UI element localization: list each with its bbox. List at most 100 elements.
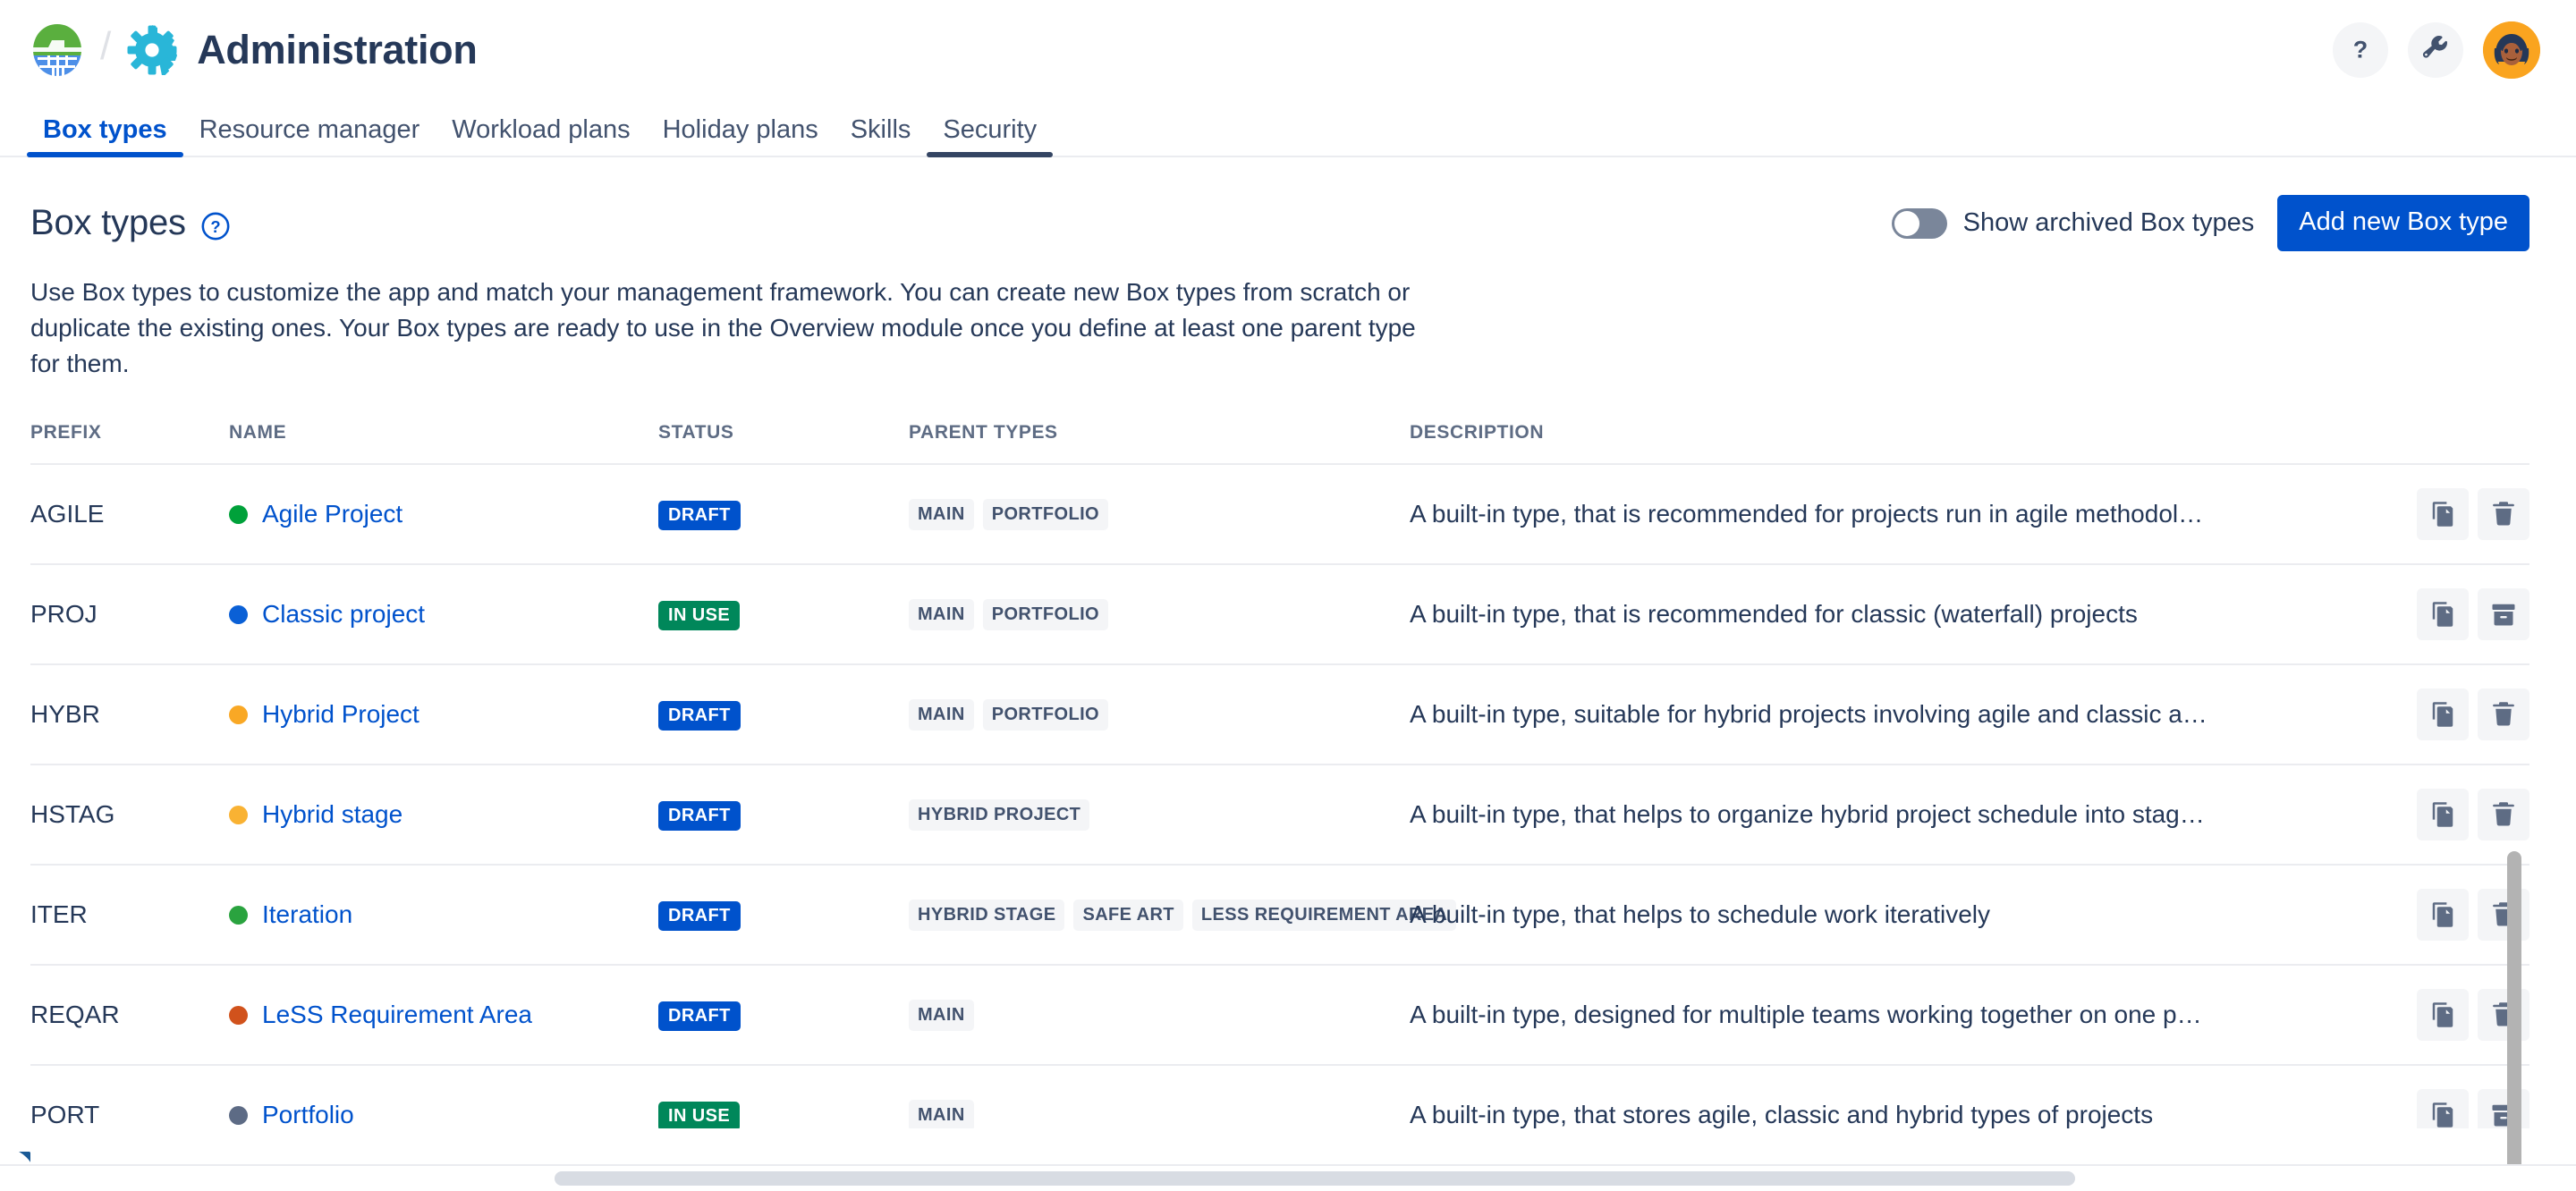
page-content: Box types ? Show archived Box types Add … bbox=[0, 195, 2576, 1191]
horizontal-scrollbar[interactable] bbox=[0, 1164, 2576, 1191]
cell-prefix: HYBR bbox=[30, 664, 229, 766]
tab-label: Security bbox=[943, 115, 1038, 144]
brand-area[interactable]: / Administration bbox=[30, 22, 478, 78]
color-dot-icon bbox=[229, 705, 248, 724]
cell-prefix: HSTAG bbox=[30, 764, 229, 866]
tab-resource-manager[interactable]: Resource manager bbox=[183, 117, 436, 157]
delete-icon[interactable] bbox=[2478, 789, 2529, 841]
horizontal-scrollbar-thumb[interactable] bbox=[555, 1171, 2075, 1186]
duplicate-icon[interactable] bbox=[2417, 588, 2469, 641]
color-dot-icon bbox=[229, 1105, 248, 1125]
box-type-link[interactable]: Hybrid stage bbox=[262, 800, 402, 829]
vertical-scrollbar[interactable] bbox=[2504, 851, 2524, 1191]
cell-description: A built-in type, that stores agile, clas… bbox=[1410, 1065, 2351, 1129]
box-type-link[interactable]: LeSS Requirement Area bbox=[262, 1001, 532, 1029]
breadcrumb-separator: / bbox=[100, 24, 112, 68]
duplicate-icon[interactable] bbox=[2417, 889, 2469, 942]
help-icon[interactable]: ? bbox=[2333, 22, 2388, 78]
show-archived-label: Show archived Box types bbox=[1962, 208, 2255, 237]
cell-status: DRAFT bbox=[658, 965, 909, 1067]
box-type-link[interactable]: Iteration bbox=[262, 900, 352, 929]
box-types-table: PREFIX NAME STATUS PARENT TYPES DESCRIPT… bbox=[30, 422, 2529, 1129]
box-type-link[interactable]: Agile Project bbox=[262, 500, 402, 528]
duplicate-icon[interactable] bbox=[2417, 488, 2469, 541]
gear-icon[interactable] bbox=[127, 25, 178, 75]
archive-icon[interactable] bbox=[2478, 1089, 2529, 1129]
cell-name: Hybrid stage bbox=[229, 764, 658, 866]
duplicate-icon[interactable] bbox=[2417, 1089, 2469, 1129]
table-row[interactable]: HSTAG Hybrid stage DRAFT HYBRID PROJECT A bu… bbox=[30, 764, 2529, 866]
column-header-prefix[interactable]: PREFIX bbox=[30, 422, 229, 464]
tab-label: Holiday plans bbox=[662, 115, 818, 144]
parent-type-tag: PORTFOLIO bbox=[982, 698, 1108, 731]
cell-actions bbox=[2351, 764, 2529, 866]
cell-status: DRAFT bbox=[658, 464, 909, 566]
tab-label: Resource manager bbox=[199, 115, 420, 144]
tab-box-types[interactable]: Box types bbox=[27, 117, 183, 157]
duplicate-icon[interactable] bbox=[2417, 789, 2469, 841]
parent-type-tag: HYBRID PROJECT bbox=[909, 798, 1090, 831]
cell-status: DRAFT bbox=[658, 664, 909, 766]
cell-status: IN USE bbox=[658, 564, 909, 666]
company-logo-icon[interactable] bbox=[30, 22, 84, 78]
color-dot-icon bbox=[229, 905, 248, 925]
page-title: Administration bbox=[197, 27, 478, 72]
status-badge: DRAFT bbox=[658, 701, 741, 731]
wrench-icon[interactable] bbox=[2408, 22, 2463, 78]
tab-workload-plans[interactable]: Workload plans bbox=[436, 117, 646, 157]
tab-skills[interactable]: Skills bbox=[835, 117, 928, 157]
column-header-parent-types[interactable]: PARENT TYPES bbox=[909, 422, 1410, 464]
table-row[interactable]: PROJ Classic project IN USE MAIN PORTFOLIO A … bbox=[30, 564, 2529, 666]
column-header-description[interactable]: DESCRIPTION bbox=[1410, 422, 2351, 464]
tab-holiday-plans[interactable]: Holiday plans bbox=[647, 117, 835, 157]
cell-prefix: PROJ bbox=[30, 564, 229, 666]
box-type-link[interactable]: Hybrid Project bbox=[262, 700, 419, 729]
tab-label: Workload plans bbox=[452, 115, 631, 144]
column-header-name[interactable]: NAME bbox=[229, 422, 658, 464]
cell-description: A built-in type, suitable for hybrid pro… bbox=[1410, 664, 2351, 766]
table-row[interactable]: ITER Iteration DRAFT HYBRID STAGE SAFE ART LE… bbox=[30, 865, 2529, 967]
cell-parent-types: MAIN PORTFOLIO bbox=[909, 664, 1410, 766]
vertical-scrollbar-thumb[interactable] bbox=[2507, 851, 2521, 1191]
table-body: AGILE Agile Project DRAFT MAIN PORTFOLIO A bu… bbox=[30, 464, 2529, 1129]
question-circle-icon[interactable]: ? bbox=[200, 211, 231, 241]
delete-icon[interactable] bbox=[2478, 688, 2529, 741]
cell-status: IN USE bbox=[658, 1065, 909, 1129]
cell-parent-types: MAIN bbox=[909, 965, 1410, 1067]
column-header-status[interactable]: STATUS bbox=[658, 422, 909, 464]
table-row[interactable]: AGILE Agile Project DRAFT MAIN PORTFOLIO A bu… bbox=[30, 464, 2529, 566]
duplicate-icon[interactable] bbox=[2417, 989, 2469, 1042]
table-header-row: PREFIX NAME STATUS PARENT TYPES DESCRIPT… bbox=[30, 422, 2529, 465]
box-types-table-wrap: PREFIX NAME STATUS PARENT TYPES DESCRIPT… bbox=[30, 422, 2529, 1191]
archive-icon[interactable] bbox=[2478, 588, 2529, 641]
box-type-link[interactable]: Portfolio bbox=[262, 1101, 354, 1128]
cell-name: Agile Project bbox=[229, 464, 658, 566]
cell-actions bbox=[2351, 464, 2529, 566]
add-new-box-type-button[interactable]: Add new Box type bbox=[2277, 195, 2529, 251]
cell-prefix: PORT bbox=[30, 1065, 229, 1129]
top-bar-actions: ? bbox=[2333, 21, 2540, 79]
cell-parent-types: MAIN PORTFOLIO bbox=[909, 464, 1410, 566]
table-row[interactable]: PORT Portfolio IN USE MAIN A built-in type, … bbox=[30, 1065, 2529, 1129]
cell-description: A built-in type, that is recommended for… bbox=[1410, 564, 2351, 666]
box-type-link[interactable]: Classic project bbox=[262, 600, 425, 629]
svg-text:?: ? bbox=[210, 217, 220, 236]
duplicate-icon[interactable] bbox=[2417, 688, 2469, 741]
cell-description: A built-in type, designed for multiple t… bbox=[1410, 965, 2351, 1067]
cell-parent-types: MAIN PORTFOLIO bbox=[909, 564, 1410, 666]
tab-security[interactable]: Security bbox=[927, 117, 1053, 157]
avatar[interactable] bbox=[2483, 21, 2540, 79]
parent-type-tag: MAIN bbox=[909, 1099, 974, 1129]
table-row[interactable]: HYBR Hybrid Project DRAFT MAIN PORTFOLIO A bu… bbox=[30, 664, 2529, 766]
table-scroll-region[interactable]: PREFIX NAME STATUS PARENT TYPES DESCRIPT… bbox=[30, 422, 2529, 1129]
color-dot-icon bbox=[229, 1005, 248, 1025]
cell-parent-types: HYBRID STAGE SAFE ART LESS REQUIREMENT ARE… bbox=[909, 865, 1457, 967]
top-bar: / Administration ? bbox=[0, 0, 2576, 100]
cell-actions bbox=[2351, 664, 2529, 766]
table-row[interactable]: REQAR LeSS Requirement Area DRAFT MAIN A bui… bbox=[30, 965, 2529, 1067]
status-badge: IN USE bbox=[658, 601, 741, 631]
parent-type-tag: MAIN bbox=[909, 498, 974, 530]
show-archived-toggle[interactable] bbox=[1891, 207, 1947, 239]
delete-icon[interactable] bbox=[2478, 488, 2529, 541]
tab-label: Box types bbox=[43, 115, 167, 144]
